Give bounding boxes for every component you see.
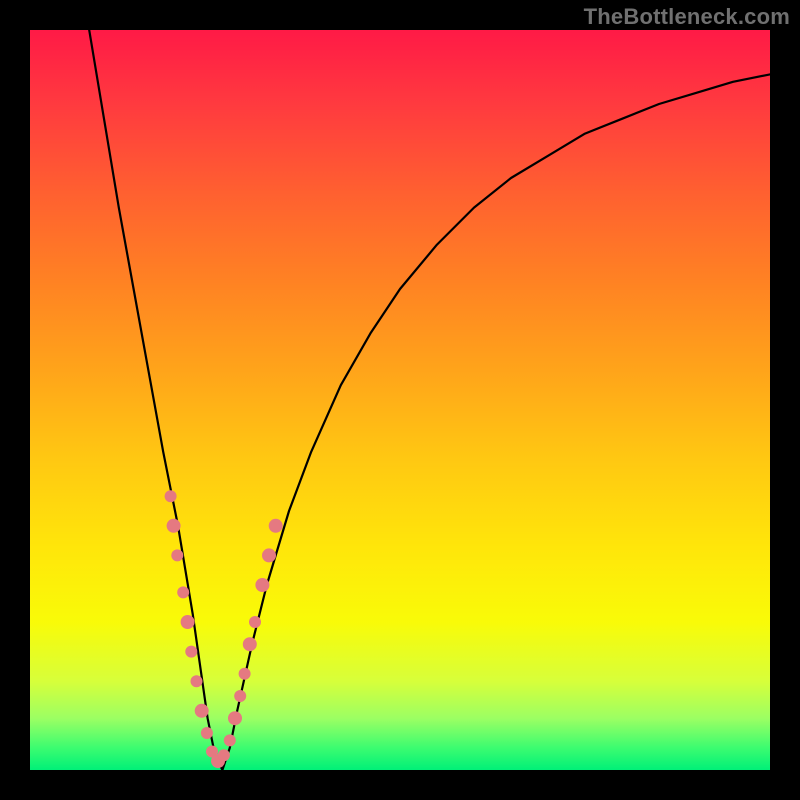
data-marker [228,711,242,725]
data-marker [191,675,203,687]
data-marker [262,548,276,562]
chart-frame: TheBottleneck.com [0,0,800,800]
data-marker [249,616,261,628]
data-marker [234,690,246,702]
data-marker [195,704,209,718]
data-marker [185,646,197,658]
chart-svg [30,30,770,770]
data-marker [243,637,257,651]
data-marker [255,578,269,592]
chart-plot-area [30,30,770,770]
data-marker [177,586,189,598]
data-marker [269,519,283,533]
data-marker [171,549,183,561]
watermark-text: TheBottleneck.com [584,4,790,30]
data-marker [181,615,195,629]
data-marker [167,519,181,533]
data-markers [165,490,283,768]
data-marker [239,668,251,680]
data-marker [201,727,213,739]
data-marker [218,749,230,761]
data-marker [165,490,177,502]
bottleneck-curve [89,30,770,770]
data-marker [224,734,236,746]
